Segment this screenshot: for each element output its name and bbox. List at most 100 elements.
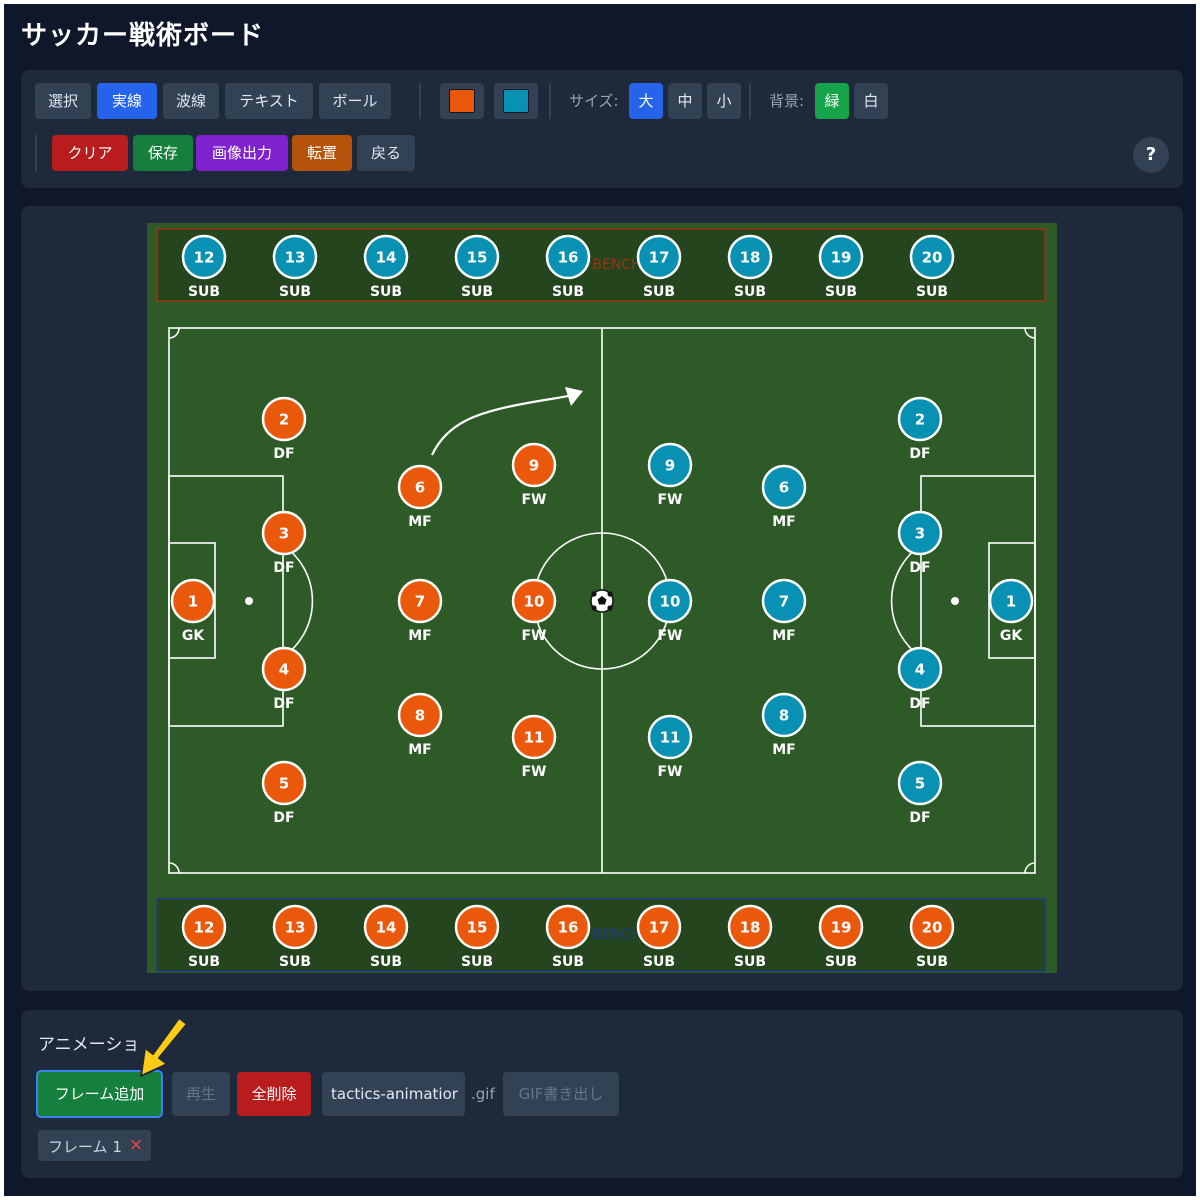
away-player-position: MF <box>772 514 796 530</box>
size-medium-button[interactable]: 中 <box>668 83 702 119</box>
bg-green-button[interactable]: 緑 <box>815 83 849 119</box>
home-player-number: 1 <box>188 593 198 611</box>
remove-frame-icon[interactable]: × <box>129 1135 143 1155</box>
bench-sub-top-position: SUB <box>552 284 584 300</box>
bench-sub-bottom-position: SUB <box>188 954 220 970</box>
home-player-position: MF <box>408 514 432 530</box>
bench-sub-bottom-number: 15 <box>467 919 488 937</box>
toolbar-divider <box>35 135 37 171</box>
toolbar-divider <box>749 83 751 119</box>
export-gif-button[interactable]: GIF書き出し <box>503 1072 619 1116</box>
tool-ball-button[interactable]: ボール <box>319 83 391 119</box>
tactics-board[interactable]: BENCH BENCH 1 GK 2 DF 3 DF 4 DF 5 DF 6 MF 7 MF 8 MF 9 FW 10 F… <box>147 223 1057 973</box>
away-player-number: 7 <box>779 593 789 611</box>
bench-sub-bottom-number: 12 <box>194 919 215 937</box>
home-player-number: 4 <box>279 661 289 679</box>
file-extension-label: .gif <box>471 1085 495 1103</box>
away-player-number: 8 <box>779 707 789 725</box>
board-panel: BENCH BENCH 1 GK 2 DF 3 DF 4 DF 5 DF 6 MF 7 MF 8 MF 9 FW 10 F… <box>21 206 1183 991</box>
home-player-number: 7 <box>415 593 425 611</box>
home-player-position: FW <box>521 628 546 644</box>
bench-sub-top-number: 18 <box>740 249 761 267</box>
home-player-position: DF <box>273 810 294 826</box>
away-player-position: GK <box>1000 628 1023 644</box>
frame-chip[interactable]: フレーム 1 × <box>38 1130 151 1161</box>
away-player-position: DF <box>909 696 930 712</box>
help-button[interactable]: ? <box>1133 137 1169 173</box>
bench-sub-bottom-number: 13 <box>285 919 306 937</box>
filename-input[interactable]: tactics-animatior <box>322 1072 465 1116</box>
away-player-position: MF <box>772 742 796 758</box>
bench-sub-top-number: 20 <box>922 249 943 267</box>
home-player-position: DF <box>273 446 294 462</box>
away-player-number: 2 <box>915 411 925 429</box>
animation-panel: アニメーショ フレーム追加 再生 全削除 tactics-animatior .… <box>21 1010 1183 1178</box>
away-player-position: MF <box>772 628 796 644</box>
bench-sub-top-position: SUB <box>643 284 675 300</box>
ball-patch <box>591 591 597 597</box>
delete-all-button[interactable]: 全削除 <box>237 1072 311 1116</box>
bench-sub-top-number: 17 <box>649 249 670 267</box>
bench-sub-top-number: 16 <box>558 249 579 267</box>
away-player-number: 9 <box>665 457 675 475</box>
away-player-position: DF <box>909 560 930 576</box>
left-penalty-spot <box>245 597 253 605</box>
clear-button[interactable]: クリア <box>52 135 128 171</box>
bench-sub-bottom-number: 18 <box>740 919 761 937</box>
away-color-button[interactable] <box>494 83 538 119</box>
save-button[interactable]: 保存 <box>133 135 193 171</box>
ball-patch <box>607 591 613 597</box>
flip-button[interactable]: 転置 <box>292 135 352 171</box>
size-large-button[interactable]: 大 <box>629 83 663 119</box>
home-player-position: FW <box>521 492 546 508</box>
bench-sub-top-position: SUB <box>279 284 311 300</box>
away-player-number: 6 <box>779 479 789 497</box>
bench-sub-bottom-number: 20 <box>922 919 943 937</box>
away-player-position: FW <box>657 764 682 780</box>
home-color-button[interactable] <box>440 83 484 119</box>
tool-solid-line-button[interactable]: 実線 <box>97 83 157 119</box>
bench-sub-top-position: SUB <box>734 284 766 300</box>
app-window: サッカー戦術ボード 選択 実線 波線 テキスト ボール サイズ: 大 中 小 背… <box>4 4 1196 1196</box>
home-color-swatch <box>449 89 475 113</box>
bench-sub-bottom-position: SUB <box>279 954 311 970</box>
bench-sub-top-position: SUB <box>461 284 493 300</box>
bench-sub-top-number: 12 <box>194 249 215 267</box>
pointer-arrow-icon <box>140 1017 188 1077</box>
right-penalty-spot <box>951 597 959 605</box>
away-player-number: 11 <box>660 729 681 747</box>
bench-sub-bottom-position: SUB <box>734 954 766 970</box>
size-small-button[interactable]: 小 <box>707 83 741 119</box>
bench-sub-bottom-position: SUB <box>825 954 857 970</box>
home-player-position: MF <box>408 742 432 758</box>
undo-button[interactable]: 戻る <box>357 135 415 171</box>
frame-label: フレーム 1 <box>48 1138 122 1156</box>
home-player-number: 8 <box>415 707 425 725</box>
bench-sub-bottom-position: SUB <box>916 954 948 970</box>
bench-label-top: BENCH <box>592 257 641 273</box>
bench-sub-bottom-position: SUB <box>552 954 584 970</box>
away-player-position: DF <box>909 446 930 462</box>
home-player-position: GK <box>182 628 205 644</box>
export-image-button[interactable]: 画像出力 <box>196 135 288 171</box>
away-player-position: DF <box>909 810 930 826</box>
bench-label-bottom: BENCH <box>592 927 641 943</box>
away-player-position: FW <box>657 492 682 508</box>
bench-sub-top-number: 19 <box>831 249 852 267</box>
bench-sub-bottom-number: 19 <box>831 919 852 937</box>
away-player-number: 3 <box>915 525 925 543</box>
page-title: サッカー戦術ボード <box>21 21 265 51</box>
tool-wavy-line-button[interactable]: 波線 <box>163 83 219 119</box>
tool-select-button[interactable]: 選択 <box>35 83 91 119</box>
bg-white-button[interactable]: 白 <box>854 83 888 119</box>
tool-text-button[interactable]: テキスト <box>225 83 313 119</box>
animation-title: アニメーショ <box>38 1035 140 1055</box>
bench-sub-top-position: SUB <box>370 284 402 300</box>
home-player-number: 6 <box>415 479 425 497</box>
home-player-position: DF <box>273 560 294 576</box>
bench-sub-top-number: 13 <box>285 249 306 267</box>
home-player-number: 5 <box>279 775 289 793</box>
home-player-position: MF <box>408 628 432 644</box>
toolbar-divider <box>419 83 421 119</box>
home-player-position: FW <box>521 764 546 780</box>
